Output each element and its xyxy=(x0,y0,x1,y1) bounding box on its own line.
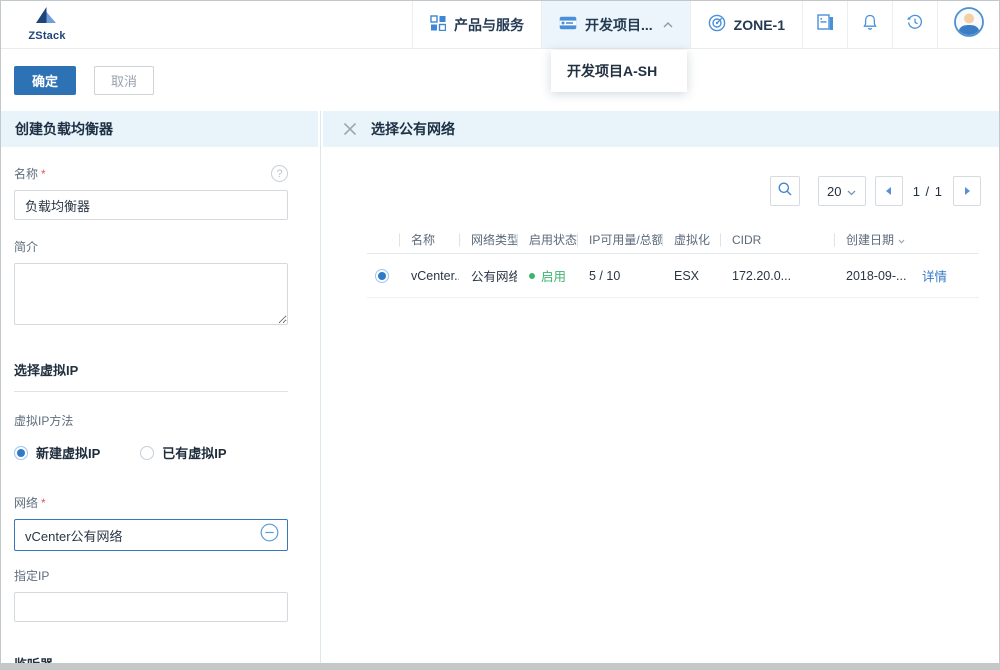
radio-new-vip[interactable]: 新建虚拟IP xyxy=(14,443,100,462)
listener-section-title: 监听器 xyxy=(14,654,288,663)
main-area: 创建负载均衡器 名称* ? 简介 选择虚拟IP 虚拟IP方法 xyxy=(1,111,999,663)
nav-zone-label: ZONE-1 xyxy=(734,17,785,33)
header-cidr: CIDR xyxy=(720,233,834,247)
specified-ip-label: 指定IP xyxy=(14,567,49,584)
header-network-type: 网络类型 xyxy=(459,231,517,248)
cell-create-date: 2018-09-... xyxy=(834,269,910,283)
horizontal-scrollbar[interactable] xyxy=(1,663,999,669)
vip-section-title: 选择虚拟IP xyxy=(14,360,288,392)
cell-virtualization: ESX xyxy=(662,269,720,283)
next-page-button[interactable] xyxy=(953,176,981,206)
radio-new-vip-control[interactable] xyxy=(14,446,28,460)
vip-method-label: 虚拟IP方法 xyxy=(14,412,73,429)
header-name: 名称 xyxy=(399,231,459,248)
next-page-icon xyxy=(965,187,970,195)
top-navbar: ZStack 产品与服务 xyxy=(1,1,999,49)
description-textarea[interactable] xyxy=(14,263,288,325)
header-state: 启用状态 xyxy=(517,231,577,248)
zstack-logo-icon xyxy=(35,7,59,29)
radio-existing-vip-control[interactable] xyxy=(140,446,154,460)
zone-icon xyxy=(708,14,726,35)
remove-network-icon[interactable] xyxy=(260,523,279,547)
radio-existing-vip-label: 已有虚拟IP xyxy=(162,443,226,462)
nav-products-services[interactable]: 产品与服务 xyxy=(412,1,541,48)
right-panel-title: 选择公有网络 xyxy=(371,119,455,139)
nav-products-label: 产品与服务 xyxy=(454,15,524,35)
status-text: 启用 xyxy=(541,266,566,285)
description-label: 简介 xyxy=(14,238,38,255)
help-icon[interactable]: ? xyxy=(271,165,288,182)
navbar-right: 产品与服务 开发项目... xyxy=(412,1,999,48)
name-input[interactable] xyxy=(14,190,288,220)
project-icon xyxy=(559,16,577,33)
cell-cidr: 172.20.0... xyxy=(720,269,834,283)
left-panel-header: 创建负载均衡器 xyxy=(1,111,318,147)
confirm-button[interactable]: 确定 xyxy=(14,66,76,95)
nav-zone-selector[interactable]: ZONE-1 xyxy=(690,1,802,48)
create-load-balancer-panel: 创建负载均衡器 名称* ? 简介 选择虚拟IP 虚拟IP方法 xyxy=(1,111,321,663)
load-balancer-form: 名称* ? 简介 选择虚拟IP 虚拟IP方法 新建虚拟IP xyxy=(1,165,320,663)
nav-project-label: 开发项目... xyxy=(585,15,653,35)
select-public-network-panel: 选择公有网络 20 xyxy=(321,111,999,663)
action-bar: 确定 取消 xyxy=(1,49,999,111)
document-icon xyxy=(816,13,835,36)
cancel-button[interactable]: 取消 xyxy=(94,66,154,95)
network-label: 网络* xyxy=(14,494,46,511)
table-row[interactable]: vCenter... 公有网络 启用 5 / 10 ESX 172.20.0..… xyxy=(367,254,979,298)
row-select-radio[interactable] xyxy=(375,269,389,283)
page-size-value: 20 xyxy=(827,184,841,199)
search-button[interactable] xyxy=(770,176,800,206)
table-toolbar: 20 1 / 1 xyxy=(321,176,999,206)
required-mark: * xyxy=(41,167,46,181)
network-select-field[interactable] xyxy=(14,519,288,551)
left-panel-title: 创建负载均衡器 xyxy=(15,119,113,139)
sort-caret-icon xyxy=(898,233,905,247)
page-size-select[interactable]: 20 xyxy=(818,176,866,206)
history-clock-icon xyxy=(906,13,924,36)
nav-project-selector[interactable]: 开发项目... xyxy=(541,1,690,48)
nav-console-button[interactable] xyxy=(802,1,847,48)
header-ip-quota: IP可用量/总额 xyxy=(577,231,662,248)
public-network-table: 名称 网络类型 启用状态 IP可用量/总额 虚拟化 CIDR 创建日期 xyxy=(367,226,979,298)
cell-name: vCenter... xyxy=(399,269,459,283)
prev-page-icon xyxy=(886,187,891,195)
zstack-logo[interactable]: ZStack xyxy=(21,1,73,48)
bell-icon xyxy=(861,13,879,36)
table-header-row: 名称 网络类型 启用状态 IP可用量/总额 虚拟化 CIDR 创建日期 xyxy=(367,226,979,254)
prev-page-button[interactable] xyxy=(875,176,903,206)
right-panel-header: 选择公有网络 xyxy=(323,111,999,147)
header-create-date[interactable]: 创建日期 xyxy=(834,231,910,248)
header-virtualization: 虚拟化 xyxy=(662,231,720,248)
status-dot xyxy=(529,273,535,279)
cell-ip-quota: 5 / 10 xyxy=(577,269,662,283)
nav-history-button[interactable] xyxy=(892,1,937,48)
specified-ip-input[interactable] xyxy=(14,592,288,622)
project-dropdown: 开发项目A-SH xyxy=(551,50,687,92)
radio-new-vip-label: 新建虚拟IP xyxy=(36,443,100,462)
details-link[interactable]: 详情 xyxy=(922,266,947,285)
search-icon xyxy=(777,181,793,202)
page-indicator: 1 / 1 xyxy=(913,184,943,199)
vip-method-radio-group: 新建虚拟IP 已有虚拟IP xyxy=(14,443,288,462)
close-icon[interactable] xyxy=(343,122,357,136)
chevron-up-icon xyxy=(663,22,673,28)
network-input[interactable] xyxy=(25,528,260,543)
cell-state: 启用 xyxy=(517,266,577,285)
avatar xyxy=(953,6,985,43)
nav-user-menu[interactable] xyxy=(937,1,999,48)
name-label: 名称* xyxy=(14,165,46,182)
nav-notifications-button[interactable] xyxy=(847,1,892,48)
app-window: ZStack 产品与服务 xyxy=(0,0,1000,670)
radio-existing-vip[interactable]: 已有虚拟IP xyxy=(140,443,226,462)
zstack-logo-text: ZStack xyxy=(28,30,65,42)
chevron-down-icon xyxy=(847,184,856,199)
grid-icon xyxy=(430,15,446,34)
cell-network-type: 公有网络 xyxy=(459,266,517,285)
project-dropdown-item[interactable]: 开发项目A-SH xyxy=(551,50,687,92)
